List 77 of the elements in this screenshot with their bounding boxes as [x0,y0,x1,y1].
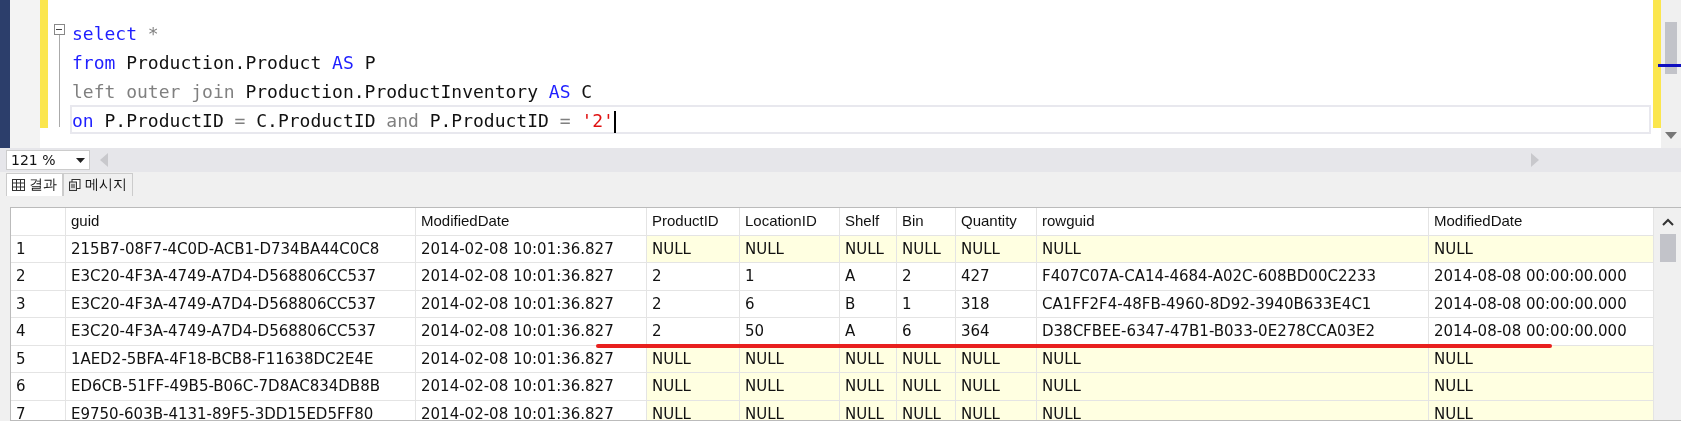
table-cell: A [840,263,897,291]
scroll-down-icon[interactable] [1665,132,1677,140]
zoom-dropdown[interactable]: 121 % [6,150,90,170]
table-cell: NULL [740,373,840,401]
column-header[interactable]: ProductID [647,208,740,236]
table-cell: F407C07A-CA14-4684-A02C-608BD00C2233 [1037,263,1429,291]
table-cell: NULL [740,400,840,420]
table-cell: NULL [897,373,956,401]
table-cell: NULL [647,400,740,420]
table-cell: NULL [956,373,1037,401]
table-cell: 1 [740,263,840,291]
scroll-thumb[interactable] [1659,234,1676,262]
table-cell: 6 [740,290,840,318]
table-cell: NULL [647,235,740,263]
table-cell: 215B7-08F7-4C0D-ACB1-D734BA44C0C8 [66,235,416,263]
column-header[interactable]: Shelf [840,208,897,236]
table-cell: 427 [956,263,1037,291]
table-cell: NULL [897,235,956,263]
table-cell: NULL [956,235,1037,263]
table-cell: 2014-02-08 10:01:36.827 [416,290,647,318]
table-cell: NULL [840,235,897,263]
table-cell: NULL [840,400,897,420]
table-cell: NULL [1429,235,1654,263]
table-cell: NULL [840,373,897,401]
caret-icon [76,157,85,163]
code-line: left outer join Production.ProductInventory AS C [71,80,594,104]
table-cell: 2014-02-08 10:01:36.827 [416,345,647,373]
table-cell: NULL [1429,373,1654,401]
scroll-up-icon[interactable] [1661,218,1674,226]
row-number[interactable]: 5 [11,345,66,373]
table-cell: NULL [956,400,1037,420]
scroll-thumb[interactable] [1665,22,1677,74]
table-cell: NULL [647,373,740,401]
row-number[interactable]: 1 [11,235,66,263]
table-cell: 2014-02-08 10:01:36.827 [416,263,647,291]
column-header[interactable]: Bin [897,208,956,236]
table-cell: NULL [740,235,840,263]
table-cell: CA1FF2F4-48FB-4960-8D92-3940B633E4C1 [1037,290,1429,318]
table-cell: 1 [897,290,956,318]
message-icon [69,179,81,191]
table-cell: E3C20-4F3A-4749-A7D4-D568806CC537 [66,263,416,291]
table-cell: B [840,290,897,318]
collapse-icon[interactable] [53,24,65,35]
table-cell: 2014-08-08 00:00:00.000 [1429,263,1654,291]
result-tab[interactable]: 메시지 [63,173,133,196]
column-header[interactable]: LocationID [740,208,840,236]
code-line: select * [71,22,160,46]
caret-marker [1658,64,1681,67]
table-cell: NULL [1037,400,1429,420]
table-cell: ED6CB-51FF-49B5-B06C-7D8AC834DB8B [66,373,416,401]
table-cell: 318 [956,290,1037,318]
code-line: from Production.Product AS P [71,51,377,75]
table-cell: NULL [897,400,956,420]
table-cell: 2 [647,263,740,291]
row-number[interactable]: 6 [11,373,66,401]
table-cell: 2014-02-08 10:01:36.827 [416,235,647,263]
result-tab[interactable]: 결과 [6,173,63,196]
row-number[interactable]: 3 [11,290,66,318]
table-cell: 2014-02-08 10:01:36.827 [416,373,647,401]
column-header[interactable]: guid [66,208,416,236]
table-cell: E3C20-4F3A-4749-A7D4-D568806CC537 [66,318,416,346]
row-number[interactable]: 2 [11,263,66,291]
table-cell: NULL [1429,400,1654,420]
table-cell: NULL [1037,373,1429,401]
table-cell: 2014-02-08 10:01:36.827 [416,318,647,346]
table-cell: 2 [647,290,740,318]
column-header[interactable]: ModifiedDate [1429,208,1654,236]
table-cell: 2 [897,263,956,291]
column-header[interactable]: rowguid [1037,208,1429,236]
table-cell: 1AED2-5BFA-4F18-BCB8-F11638DC2E4E [66,345,416,373]
table-cell: E3C20-4F3A-4749-A7D4-D568806CC537 [66,290,416,318]
column-header[interactable]: ModifiedDate [416,208,647,236]
column-header[interactable]: Quantity [956,208,1037,236]
row-number[interactable]: 4 [11,318,66,346]
table-cell: 2014-08-08 00:00:00.000 [1429,290,1654,318]
table-cell: NULL [1037,235,1429,263]
grid-icon [12,179,25,191]
